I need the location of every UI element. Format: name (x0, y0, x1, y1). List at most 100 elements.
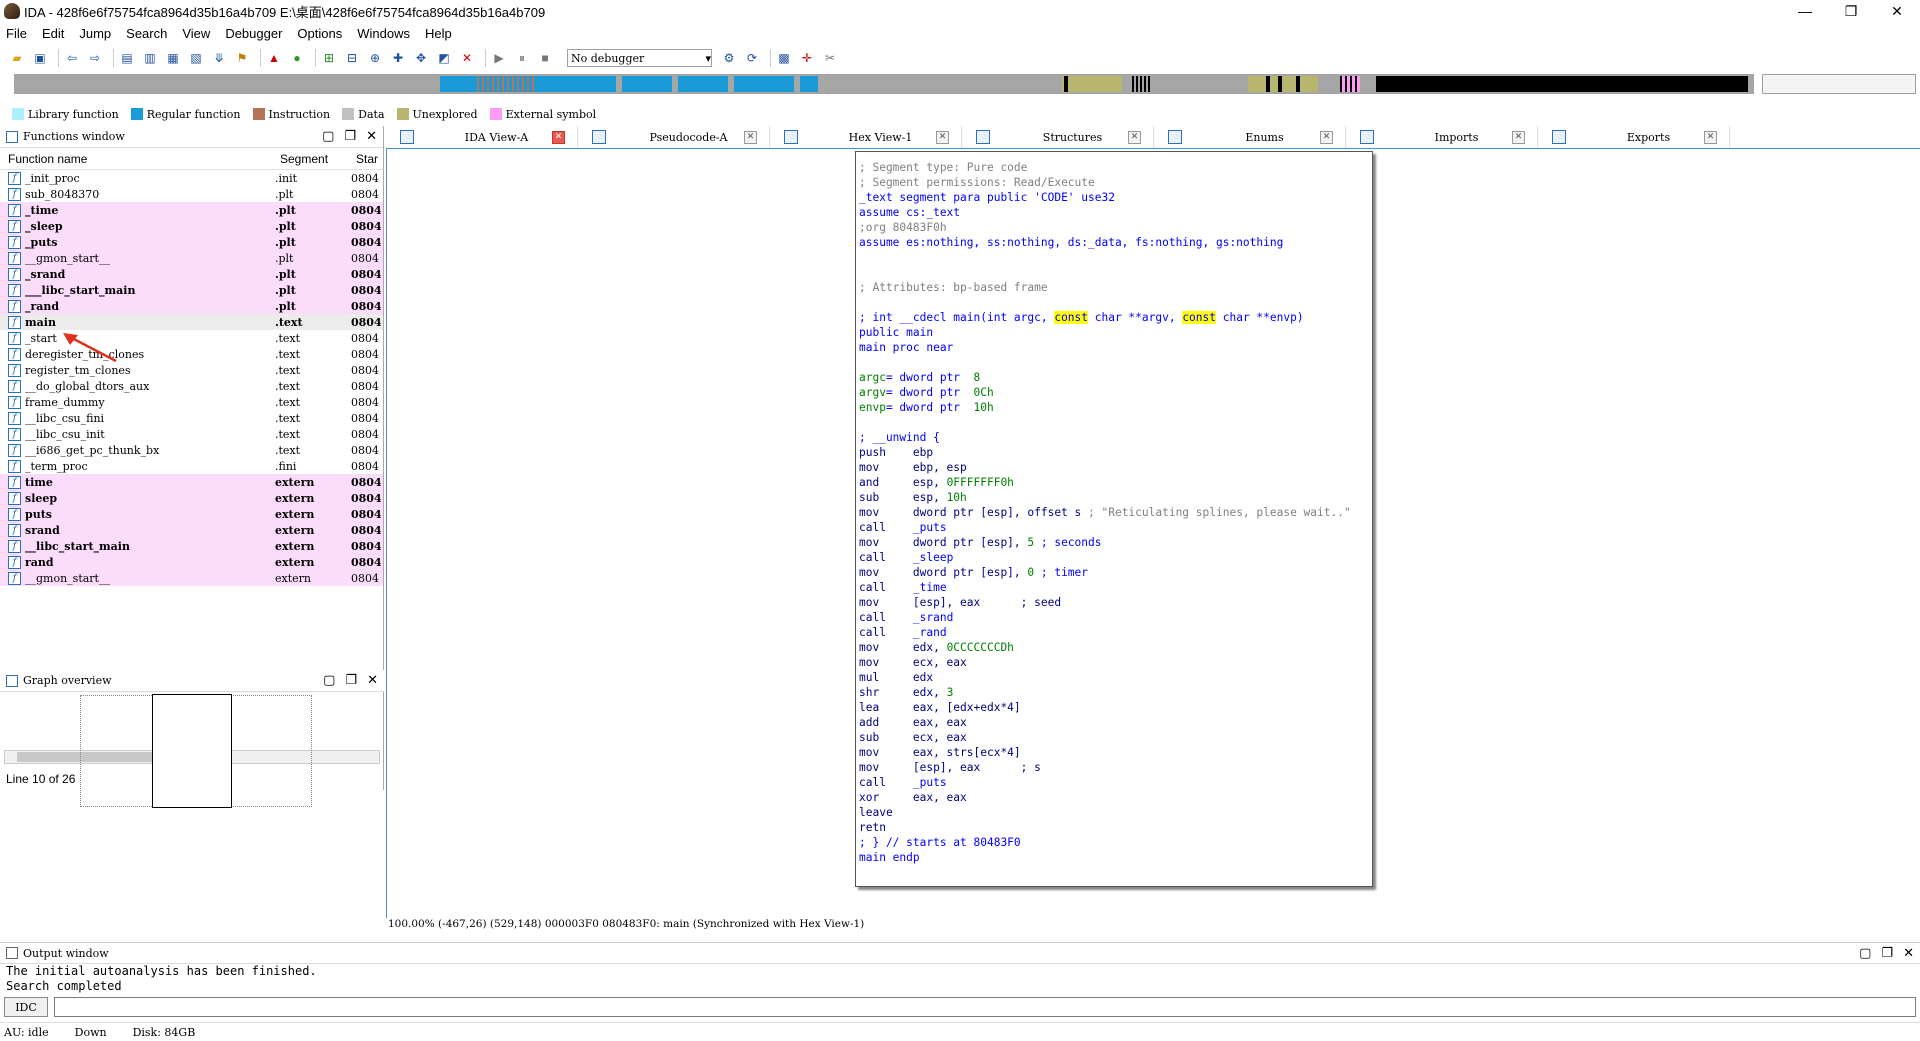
code-line[interactable]: ; __unwind { (859, 430, 1372, 445)
tab-pseudocode-a[interactable]: Pseudocode-A ✕ (578, 126, 770, 148)
chart-icon[interactable]: ◩ (435, 49, 453, 67)
code-line[interactable]: main proc near (859, 340, 1372, 355)
function-row[interactable]: f rand extern 0804 (0, 554, 383, 570)
menu-debugger[interactable]: Debugger (225, 26, 282, 41)
function-row[interactable]: f register_tm_clones .text 0804 (0, 362, 383, 378)
function-row[interactable]: f ___libc_start_main .plt 0804 (0, 282, 383, 298)
function-row[interactable]: f __libc_csu_init .text 0804 (0, 426, 383, 442)
code-line[interactable]: assume es:nothing, ss:nothing, ds:_data,… (859, 235, 1372, 250)
code-line[interactable]: mov dword ptr [esp], offset s ; "Reticul… (859, 505, 1372, 520)
code-line[interactable]: ;org 80483F0h (859, 220, 1372, 235)
code-line[interactable]: call _srand (859, 610, 1372, 625)
back-arrow-icon[interactable]: ⇦ (63, 49, 81, 67)
sync-icon[interactable]: ⟳ (743, 49, 761, 67)
tab-close-icon[interactable]: ✕ (1128, 130, 1141, 144)
function-row[interactable]: f frame_dummy .text 0804 (0, 394, 383, 410)
code-line[interactable]: assume cs:_text (859, 205, 1372, 220)
code-line[interactable]: mov dword ptr [esp], 0 ; timer (859, 565, 1372, 580)
function-row[interactable]: f _srand .plt 0804 (0, 266, 383, 282)
save-icon[interactable]: ▣ (31, 49, 49, 67)
code-line[interactable]: sub esp, 10h (859, 490, 1372, 505)
function-row[interactable]: f _term_proc .fini 0804 (0, 458, 383, 474)
column-segment[interactable]: Segment (280, 152, 356, 166)
code-line[interactable]: mov dword ptr [esp], 5 ; seconds (859, 535, 1372, 550)
code-line[interactable]: mov [esp], eax ; seed (859, 595, 1372, 610)
connect-icon[interactable]: ✚ (389, 49, 407, 67)
code-line[interactable]: public main (859, 325, 1372, 340)
function-row[interactable]: f _rand .plt 0804 (0, 298, 383, 314)
add-breakpoint-icon[interactable]: ✛ (798, 49, 816, 67)
code-line[interactable]: ; Segment type: Pure code (859, 160, 1372, 175)
function-row[interactable]: f sleep extern 0804 (0, 490, 383, 506)
jump-icon[interactable]: ⤋ (210, 49, 228, 67)
proximity-icon[interactable]: ⊟ (343, 49, 361, 67)
tab-ida-view-a[interactable]: IDA View-A ✕ (386, 126, 578, 148)
function-row[interactable]: f main .text 0804 (0, 314, 383, 330)
menu-help[interactable]: Help (425, 26, 452, 41)
code-line[interactable]: envp= dword ptr 10h (859, 400, 1372, 415)
function-row[interactable]: f __libc_csu_fini .text 0804 (0, 410, 383, 426)
ida-view-area[interactable]: ; Segment type: Pure code ; Segment permi… (386, 148, 1920, 918)
function-row[interactable]: f __do_global_dtors_aux .text 0804 (0, 378, 383, 394)
restore-icon[interactable]: ❐ (344, 129, 356, 144)
code-line[interactable]: argv= dword ptr 0Ch (859, 385, 1372, 400)
tab-close-icon[interactable]: ✕ (936, 130, 949, 144)
code-line[interactable]: call _time (859, 580, 1372, 595)
close-button[interactable]: ✕ (1874, 0, 1920, 22)
forward-arrow-icon[interactable]: ⇨ (86, 49, 104, 67)
function-row[interactable]: f sub_8048370 .plt 0804 (0, 186, 383, 202)
close-icon[interactable]: ✕ (366, 129, 377, 144)
debugger-select[interactable]: No debugger ▾ (567, 49, 712, 67)
hide-icon[interactable]: ✥ (412, 49, 430, 67)
code-line[interactable]: main endp (859, 850, 1372, 865)
nav-combo[interactable] (1762, 74, 1916, 94)
breakpoint-icon[interactable]: ▩ (775, 49, 793, 67)
run-green-icon[interactable]: ● (288, 49, 306, 67)
tab-enums[interactable]: Enums ✕ (1154, 126, 1346, 148)
tab-structures[interactable]: Structures ✕ (962, 126, 1154, 148)
command-input[interactable] (54, 997, 1916, 1017)
function-row[interactable]: f __libc_start_main extern 0804 (0, 538, 383, 554)
function-row[interactable]: f deregister_tm_clones .text 0804 (0, 346, 383, 362)
code-line[interactable]: xor eax, eax (859, 790, 1372, 805)
function-row[interactable]: f __gmon_start__ extern 0804 (0, 570, 383, 586)
code-line[interactable]: ; } // starts at 80483F0 (859, 835, 1372, 850)
tab-imports[interactable]: Imports ✕ (1346, 126, 1538, 148)
code-line[interactable]: retn (859, 820, 1372, 835)
code-line[interactable]: mov ecx, eax (859, 655, 1372, 670)
binary-search-icon[interactable]: ▤ (118, 49, 136, 67)
graph-viewport[interactable] (152, 694, 232, 808)
column-function-name[interactable]: Function name (8, 152, 280, 166)
close-icon[interactable]: ✕ (1903, 946, 1914, 961)
code-line[interactable]: mov edx, 0CCCCCCCDh (859, 640, 1372, 655)
code-line[interactable]: ; Segment permissions: Read/Execute (859, 175, 1372, 190)
code-line[interactable]: lea eax, [edx+edx*4] (859, 700, 1372, 715)
float-icon[interactable]: ▢ (1859, 946, 1871, 961)
code-line[interactable]: mul edx (859, 670, 1372, 685)
function-row[interactable]: f __i686_get_pc_thunk_bx .text 0804 (0, 442, 383, 458)
menu-view[interactable]: View (182, 26, 210, 41)
code-line[interactable]: mov eax, strs[ecx*4] (859, 745, 1372, 760)
tab-close-icon[interactable]: ✕ (1704, 130, 1717, 144)
tab-close-icon[interactable]: ✕ (1320, 130, 1333, 144)
stop-icon[interactable]: ■ (536, 49, 554, 67)
code-line[interactable]: leave (859, 805, 1372, 820)
code-line[interactable]: call _puts (859, 775, 1372, 790)
navigation-band[interactable] (14, 74, 1754, 94)
code-line[interactable]: call _rand (859, 625, 1372, 640)
float-icon[interactable]: ▢ (323, 673, 335, 688)
code-line[interactable]: ; Attributes: bp-based frame (859, 280, 1372, 295)
pause-icon[interactable]: ⏸ (513, 49, 531, 67)
column-start[interactable]: Star (356, 152, 380, 166)
code-line[interactable]: _text segment para public 'CODE' use32 (859, 190, 1372, 205)
minimize-button[interactable]: — (1782, 0, 1828, 22)
restore-icon[interactable]: ❐ (1881, 946, 1893, 961)
function-row[interactable]: f _start .text 0804 (0, 330, 383, 346)
idc-button[interactable]: IDC (4, 997, 48, 1017)
function-row[interactable]: f _sleep .plt 0804 (0, 218, 383, 234)
function-row[interactable]: f _time .plt 0804 (0, 202, 383, 218)
tab-hex-view-1[interactable]: Hex View-1 ✕ (770, 126, 962, 148)
tab-close-icon[interactable]: ✕ (744, 130, 757, 144)
tab-exports[interactable]: Exports ✕ (1538, 126, 1730, 148)
debug-options-icon[interactable]: ⚙ (720, 49, 738, 67)
